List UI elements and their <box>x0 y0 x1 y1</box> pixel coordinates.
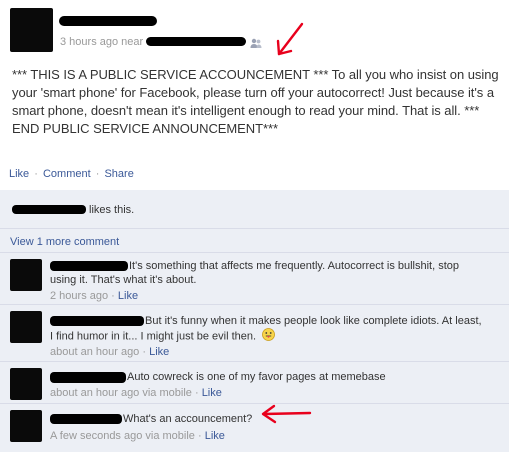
post-actions: Like · Comment · Share <box>9 168 134 180</box>
comment-text: It's something that affects me frequentl… <box>129 260 460 272</box>
comment-avatar[interactable] <box>10 311 42 343</box>
comment-meta: A few seconds ago via mobile · Like <box>50 430 225 442</box>
commenter-name-redacted[interactable] <box>50 414 122 424</box>
comment-timestamp[interactable]: about an hour ago via mobile <box>50 387 192 399</box>
location-redacted[interactable] <box>146 37 246 46</box>
comment-meta: about an hour ago via mobile · Like <box>50 387 222 399</box>
friends-icon <box>250 36 262 48</box>
share-link[interactable]: Share <box>104 168 133 180</box>
comment-text: using it. That's what it's about. <box>50 274 197 286</box>
annotation-arrow <box>274 22 306 58</box>
divider <box>0 304 509 305</box>
separator: · <box>194 387 199 399</box>
comment-text: Auto cowreck is one of my favor pages at… <box>127 371 386 383</box>
comment-like-link[interactable]: Like <box>202 387 222 399</box>
comment-avatar[interactable] <box>10 410 42 442</box>
commenter-name-redacted[interactable] <box>50 316 144 326</box>
comment-text-line: I find humor in it... I might just be ev… <box>50 330 257 343</box>
post-body: *** THIS IS A PUBLIC SERVICE ACCOUNCEMEN… <box>12 67 499 136</box>
separator: · <box>111 290 115 302</box>
commenter-name-redacted[interactable] <box>50 261 128 271</box>
divider <box>0 228 509 229</box>
comment-link[interactable]: Comment <box>43 168 91 180</box>
divider <box>0 252 509 253</box>
post-timestamp[interactable]: 3 hours ago near <box>60 36 143 48</box>
divider <box>0 361 509 362</box>
comment-avatar[interactable] <box>10 368 42 400</box>
separator: · <box>142 346 147 358</box>
emoticon-tongue-icon <box>262 328 276 345</box>
likes-text: likes this. <box>89 204 135 216</box>
comment-timestamp[interactable]: A few seconds ago via mobile <box>50 430 195 442</box>
comment-text: I find humor in it... I might just be ev… <box>50 328 276 345</box>
separator: · <box>34 168 38 180</box>
comment-text: But it's funny when it makes people look… <box>145 315 482 327</box>
separator: · <box>197 430 202 442</box>
poster-avatar[interactable] <box>10 8 53 52</box>
comment-timestamp[interactable]: 2 hours ago <box>50 290 108 302</box>
liker-name-redacted[interactable] <box>12 205 86 214</box>
comment-text: What's an accouncement? <box>123 413 253 425</box>
comment-timestamp[interactable]: about an hour ago <box>50 346 139 358</box>
comment-meta: about an hour ago · Like <box>50 346 169 358</box>
comment-like-link[interactable]: Like <box>205 430 225 442</box>
comment-like-link[interactable]: Like <box>149 346 169 358</box>
poster-name-redacted[interactable] <box>59 16 157 26</box>
view-more-comments[interactable]: View 1 more comment <box>10 235 119 249</box>
divider <box>0 403 509 404</box>
separator: · <box>95 168 100 180</box>
commenter-name-redacted[interactable] <box>50 372 126 383</box>
comment-like-link[interactable]: Like <box>118 290 138 302</box>
like-link[interactable]: Like <box>9 168 29 180</box>
comment-meta: 2 hours ago · Like <box>50 290 138 302</box>
comment-avatar[interactable] <box>10 259 42 291</box>
annotation-arrow <box>260 404 312 426</box>
